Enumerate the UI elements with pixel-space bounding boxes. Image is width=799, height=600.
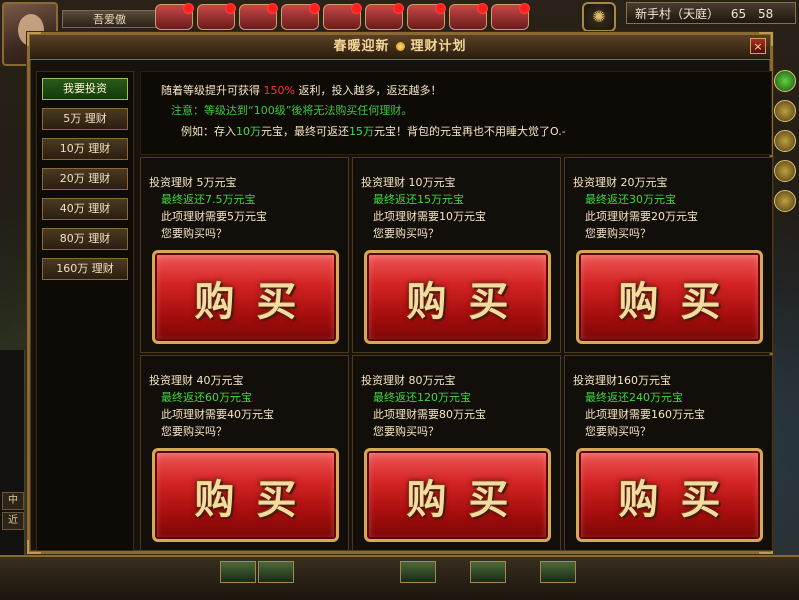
plan-requirement: 此项理财需要10万元宝 <box>373 210 486 223</box>
plan-return: 最终返还30万元宝 <box>585 193 676 206</box>
buy-button[interactable]: 购买 <box>152 448 339 542</box>
plan-card: 投资理财 80万元宝 最终返还120万元宝 此项理财需要80万元宝 您要购买吗？… <box>352 355 561 551</box>
intro-rebate-line: 随着等级提升可获得 150% 返利，投入越多，返还越多！ <box>161 82 441 98</box>
skill-slot[interactable] <box>220 561 256 583</box>
bottom-skill-bar <box>0 555 799 600</box>
finance-plan-dialog: 春暖迎新 理财计划 × 我要投资 5万 理财 10万 理财 20万 理财 40万 … <box>27 32 773 554</box>
buff-icon[interactable] <box>155 3 194 30</box>
plan-sidebar: 我要投资 5万 理财 10万 理财 20万 理财 40万 理财 80万 理财 1… <box>36 71 134 551</box>
tab-40w[interactable]: 40万 理财 <box>42 198 128 220</box>
plan-card: 投资理财 40万元宝 最终返还60万元宝 此项理财需要40万元宝 您要购买吗？ … <box>140 355 349 551</box>
plan-requirement: 此项理财需要5万元宝 <box>161 210 267 223</box>
close-button[interactable]: × <box>750 38 766 54</box>
plan-title: 投资理财160万元宝 <box>573 374 671 387</box>
plan-question: 您要购买吗？ <box>161 425 227 438</box>
plan-card: 投资理财 10万元宝 最终返还15万元宝 此项理财需要10万元宝 您要购买吗？ … <box>352 157 561 353</box>
intro-text: 元宝，最终可返还 <box>261 125 349 138</box>
dialog-titlebar[interactable]: 春暖迎新 理财计划 <box>30 35 770 60</box>
intro-text: 随着等级提升可获得 <box>161 84 264 97</box>
intro-example-line: 例如：存入10万元宝，最终可返还15万元宝！背包的元宝再也不用睡大觉了O.- <box>181 123 566 139</box>
buy-label: 购买 <box>406 476 531 523</box>
plan-requirement: 此项理财需要80万元宝 <box>373 408 486 421</box>
skill-slot[interactable] <box>258 561 294 583</box>
buff-icon[interactable] <box>365 3 404 30</box>
side-button[interactable] <box>774 130 796 152</box>
plan-requirement: 此项理财需要20万元宝 <box>585 210 698 223</box>
coord-y: 58 <box>757 7 774 21</box>
tab-20w[interactable]: 20万 理财 <box>42 168 128 190</box>
example-return: 15万 <box>349 125 374 138</box>
intro-text: 例如：存入 <box>181 125 236 138</box>
rebate-percent: 150% <box>263 84 295 97</box>
plan-requirement: 此项理财需要40万元宝 <box>161 408 274 421</box>
plan-return: 最终返还120万元宝 <box>373 391 471 404</box>
plan-title: 投资理财 80万元宝 <box>361 374 456 387</box>
intro-notice-line: 注意：等级达到“100级”後将无法购买任何理财。 <box>171 104 413 117</box>
tab-10w[interactable]: 10万 理财 <box>42 138 128 160</box>
buy-button[interactable]: 购买 <box>152 250 339 344</box>
buff-icon[interactable] <box>449 3 488 30</box>
intro-text: 返利，投入越多，返还越多！ <box>294 84 442 97</box>
buy-label: 购买 <box>618 278 743 325</box>
plan-card: 投资理财 5万元宝 最终返还7.5万元宝 此项理财需要5万元宝 您要购买吗？ 购… <box>140 157 349 353</box>
plan-card: 投资理财 20万元宝 最终返还30万元宝 此项理财需要20万元宝 您要购买吗？ … <box>564 157 773 353</box>
dialog-title-right: 理财计划 <box>410 39 467 54</box>
buff-icon-strip <box>155 2 575 32</box>
buy-label: 购买 <box>194 476 319 523</box>
chat-tab[interactable]: 近 <box>2 512 24 530</box>
chat-panel: 中 近 <box>0 350 25 560</box>
buy-label: 购买 <box>406 278 531 325</box>
buy-label: 购买 <box>618 476 743 523</box>
side-button[interactable] <box>774 70 796 92</box>
side-button[interactable] <box>774 100 796 122</box>
player-name: 吾爱傲 <box>62 10 157 28</box>
buy-button[interactable]: 购买 <box>364 448 551 542</box>
plan-return: 最终返还240万元宝 <box>585 391 683 404</box>
buff-icon[interactable] <box>491 3 530 30</box>
plan-question: 您要购买吗？ <box>585 227 651 240</box>
plan-question: 您要购买吗？ <box>161 227 227 240</box>
buy-label: 购买 <box>194 278 319 325</box>
plan-title: 投资理财 20万元宝 <box>573 176 668 189</box>
plan-title: 投资理财 40万元宝 <box>149 374 244 387</box>
tab-160w[interactable]: 160万 理财 <box>42 258 128 280</box>
location-display: 新手村（天庭） 65 58 <box>626 2 796 24</box>
title-dot-icon <box>395 42 405 51</box>
plan-title: 投资理财 5万元宝 <box>149 176 237 189</box>
buff-icon[interactable] <box>323 3 362 30</box>
intro-panel: 随着等级提升可获得 150% 返利，投入越多，返还越多！ 注意：等级达到“100… <box>140 71 772 155</box>
plan-card: 投资理财160万元宝 最终返还240万元宝 此项理财需要160万元宝 您要购买吗… <box>564 355 773 551</box>
plan-question: 您要购买吗？ <box>585 425 651 438</box>
plan-question: 您要购买吗？ <box>373 425 439 438</box>
buff-icon[interactable] <box>407 3 446 30</box>
side-button-column <box>774 70 796 530</box>
buff-icon[interactable] <box>197 3 236 30</box>
skill-slot[interactable] <box>540 561 576 583</box>
plan-return: 最终返还15万元宝 <box>373 193 464 206</box>
plan-return: 最终返还7.5万元宝 <box>161 193 256 206</box>
skill-slot[interactable] <box>400 561 436 583</box>
side-button[interactable] <box>774 160 796 182</box>
buy-button[interactable]: 购买 <box>364 250 551 344</box>
buy-button[interactable]: 购买 <box>576 250 763 344</box>
dialog-title-left: 春暖迎新 <box>333 39 390 54</box>
side-button[interactable] <box>774 190 796 212</box>
intro-text: 元宝！背包的元宝再也不用睡大觉了O.- <box>374 125 566 138</box>
plan-requirement: 此项理财需要160万元宝 <box>585 408 705 421</box>
tab-invest[interactable]: 我要投资 <box>42 78 128 100</box>
buy-button[interactable]: 购买 <box>576 448 763 542</box>
plan-title: 投资理财 10万元宝 <box>361 176 456 189</box>
coord-x: 65 <box>730 7 747 21</box>
skill-slot[interactable] <box>470 561 506 583</box>
example-deposit: 10万 <box>236 125 261 138</box>
buff-icon[interactable] <box>281 3 320 30</box>
compass-icon[interactable]: ✺ <box>582 2 616 32</box>
tab-80w[interactable]: 80万 理财 <box>42 228 128 250</box>
location-name: 新手村（天庭） <box>635 7 720 21</box>
buff-icon[interactable] <box>239 3 278 30</box>
tab-5w[interactable]: 5万 理财 <box>42 108 128 130</box>
plan-return: 最终返还60万元宝 <box>161 391 252 404</box>
chat-tab[interactable]: 中 <box>2 492 24 510</box>
plan-question: 您要购买吗？ <box>373 227 439 240</box>
